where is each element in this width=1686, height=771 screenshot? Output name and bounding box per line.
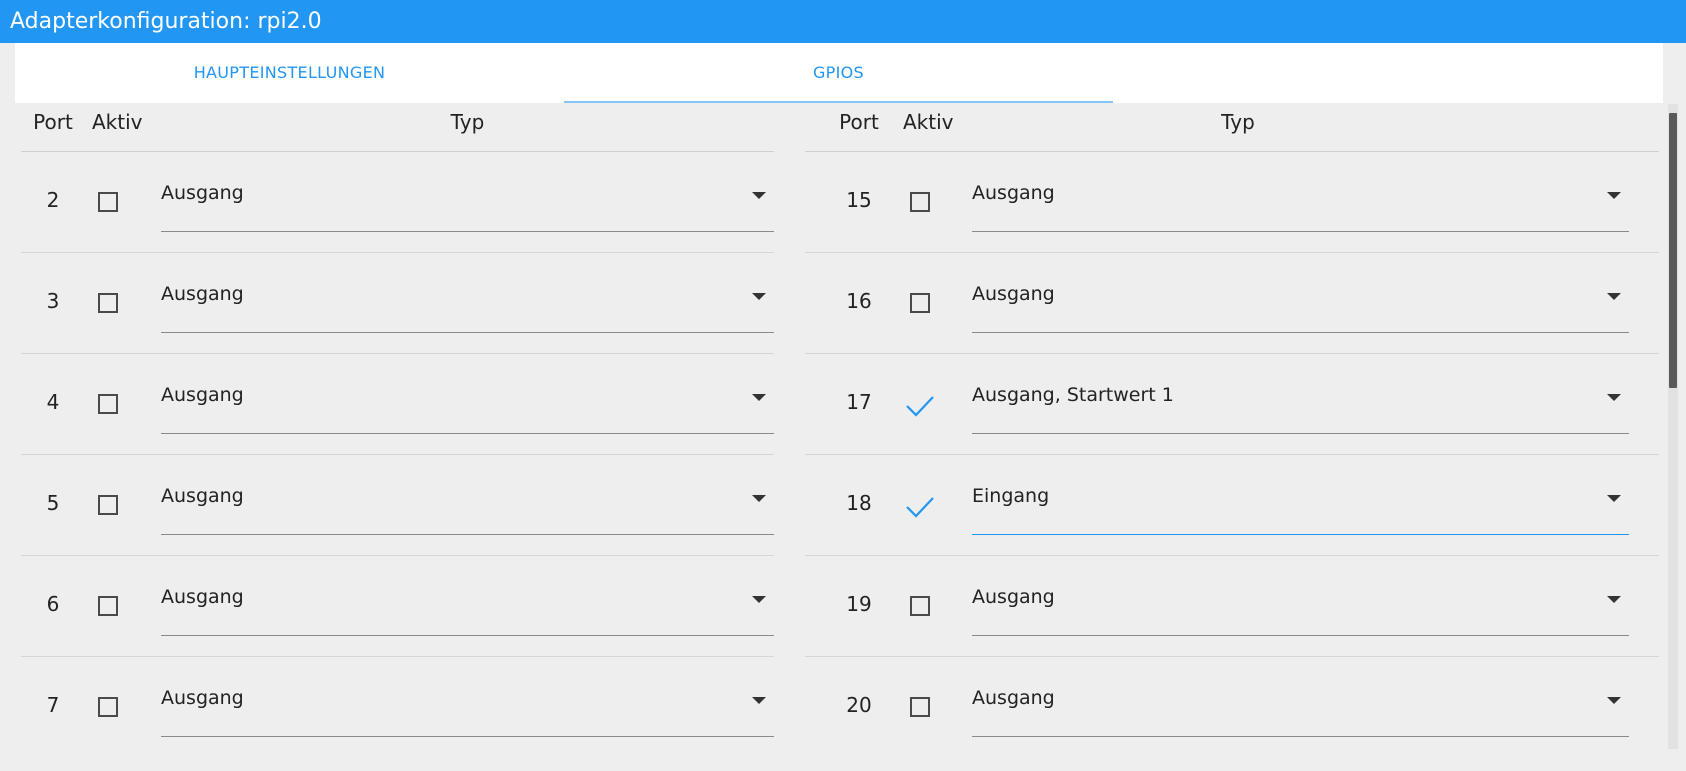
type-select-value: Ausgang bbox=[972, 687, 1055, 709]
gpio-row: 16 Ausgang bbox=[805, 253, 1659, 354]
dropdown-arrow-icon bbox=[1607, 495, 1621, 502]
select-underline bbox=[161, 433, 774, 434]
type-select-value: Ausgang bbox=[161, 283, 244, 305]
select-underline bbox=[161, 736, 774, 737]
checkbox-unchecked-icon[interactable] bbox=[98, 293, 118, 313]
port-number: 16 bbox=[846, 289, 872, 313]
gpio-row: 7 Ausgang bbox=[21, 657, 774, 749]
type-select[interactable]: Ausgang bbox=[972, 168, 1629, 232]
checkbox-unchecked-icon[interactable] bbox=[98, 596, 118, 616]
type-select[interactable]: Ausgang bbox=[972, 572, 1629, 636]
checkbox-unchecked-icon[interactable] bbox=[910, 293, 930, 313]
check-icon[interactable] bbox=[904, 494, 936, 520]
gpio-row: 19 Ausgang bbox=[805, 556, 1659, 657]
select-underline bbox=[161, 332, 774, 333]
column-header-port: Port bbox=[33, 110, 73, 134]
checkbox-unchecked-icon[interactable] bbox=[910, 596, 930, 616]
scrollbar-thumb[interactable] bbox=[1669, 113, 1677, 388]
type-select[interactable]: Ausgang bbox=[972, 269, 1629, 333]
column-header-aktiv: Aktiv bbox=[92, 110, 143, 134]
checkbox-unchecked-icon[interactable] bbox=[910, 192, 930, 212]
dropdown-arrow-icon bbox=[1607, 697, 1621, 704]
tab-haupteinstellungen[interactable]: HAUPTEINSTELLUNGEN bbox=[15, 43, 564, 103]
select-underline bbox=[161, 534, 774, 535]
port-number: 19 bbox=[846, 592, 872, 616]
dropdown-arrow-icon bbox=[752, 596, 766, 603]
gpio-row: 17 Ausgang, Startwert 1 bbox=[805, 354, 1659, 455]
active-tab-indicator bbox=[564, 101, 1113, 103]
select-underline bbox=[161, 635, 774, 636]
type-select-value: Ausgang bbox=[972, 586, 1055, 608]
checkbox-unchecked-icon[interactable] bbox=[98, 495, 118, 515]
port-number: 20 bbox=[846, 693, 872, 717]
select-underline bbox=[972, 534, 1629, 535]
type-select-value: Ausgang bbox=[161, 485, 244, 507]
checkbox-unchecked-icon[interactable] bbox=[98, 394, 118, 414]
type-select-value: Ausgang, Startwert 1 bbox=[972, 384, 1174, 406]
type-select-value: Ausgang bbox=[161, 687, 244, 709]
port-number: 7 bbox=[46, 693, 60, 717]
dropdown-arrow-icon bbox=[752, 697, 766, 704]
column-header-typ: Typ bbox=[1221, 110, 1255, 134]
type-select[interactable]: Ausgang bbox=[161, 572, 774, 636]
gpio-row: 18 Eingang bbox=[805, 455, 1659, 556]
checkbox-unchecked-icon[interactable] bbox=[98, 192, 118, 212]
dropdown-arrow-icon bbox=[752, 192, 766, 199]
port-number: 17 bbox=[846, 390, 872, 414]
type-select[interactable]: Ausgang bbox=[161, 471, 774, 535]
gpio-row: 15 Ausgang bbox=[805, 152, 1659, 253]
column-header-port: Port bbox=[839, 110, 879, 134]
gpio-row: 5 Ausgang bbox=[21, 455, 774, 556]
dropdown-arrow-icon bbox=[1607, 293, 1621, 300]
tab-gpios[interactable]: GPIOS bbox=[564, 43, 1113, 103]
select-underline bbox=[972, 635, 1629, 636]
port-number: 3 bbox=[46, 289, 60, 313]
window-title: Adapterkonfiguration: rpi2.0 bbox=[0, 0, 1686, 43]
type-select-value: Ausgang bbox=[161, 182, 244, 204]
select-underline bbox=[972, 736, 1629, 737]
type-select[interactable]: Ausgang bbox=[161, 269, 774, 333]
type-select[interactable]: Ausgang bbox=[161, 168, 774, 232]
gpio-row: 20 Ausgang bbox=[805, 657, 1659, 749]
type-select-value: Ausgang bbox=[161, 586, 244, 608]
port-number: 5 bbox=[46, 491, 60, 515]
type-select-value: Eingang bbox=[972, 485, 1050, 507]
select-underline bbox=[161, 231, 774, 232]
gpio-row: 3 Ausgang bbox=[21, 253, 774, 354]
select-underline bbox=[972, 332, 1629, 333]
tab-bar: HAUPTEINSTELLUNGEN GPIOS bbox=[15, 43, 1663, 103]
checkbox-unchecked-icon[interactable] bbox=[910, 697, 930, 717]
dropdown-arrow-icon bbox=[1607, 596, 1621, 603]
type-select[interactable]: Ausgang bbox=[161, 673, 774, 737]
gpio-content: Port Aktiv Typ 2 Ausgang 3 Ausgang 4 Ausgang 5 Aus… bbox=[15, 104, 1663, 749]
dropdown-arrow-icon bbox=[752, 495, 766, 502]
type-select[interactable]: Ausgang, Startwert 1 bbox=[972, 370, 1629, 434]
gpio-row: 2 Ausgang bbox=[21, 152, 774, 253]
dropdown-arrow-icon bbox=[1607, 192, 1621, 199]
port-number: 18 bbox=[846, 491, 872, 515]
type-select-value: Ausgang bbox=[972, 182, 1055, 204]
port-number: 4 bbox=[46, 390, 60, 414]
gpio-row: 6 Ausgang bbox=[21, 556, 774, 657]
gpio-row: 4 Ausgang bbox=[21, 354, 774, 455]
column-header-typ: Typ bbox=[450, 110, 485, 134]
port-number: 2 bbox=[46, 188, 60, 212]
type-select-value: Ausgang bbox=[161, 384, 244, 406]
dropdown-arrow-icon bbox=[752, 293, 766, 300]
check-icon[interactable] bbox=[904, 393, 936, 419]
dropdown-arrow-icon bbox=[1607, 394, 1621, 401]
dropdown-arrow-icon bbox=[752, 394, 766, 401]
type-select[interactable]: Eingang bbox=[972, 471, 1629, 535]
port-number: 15 bbox=[846, 188, 872, 212]
checkbox-unchecked-icon[interactable] bbox=[98, 697, 118, 717]
select-underline bbox=[972, 231, 1629, 232]
type-select-value: Ausgang bbox=[972, 283, 1055, 305]
port-number: 6 bbox=[46, 592, 60, 616]
select-underline bbox=[972, 433, 1629, 434]
type-select[interactable]: Ausgang bbox=[972, 673, 1629, 737]
type-select[interactable]: Ausgang bbox=[161, 370, 774, 434]
